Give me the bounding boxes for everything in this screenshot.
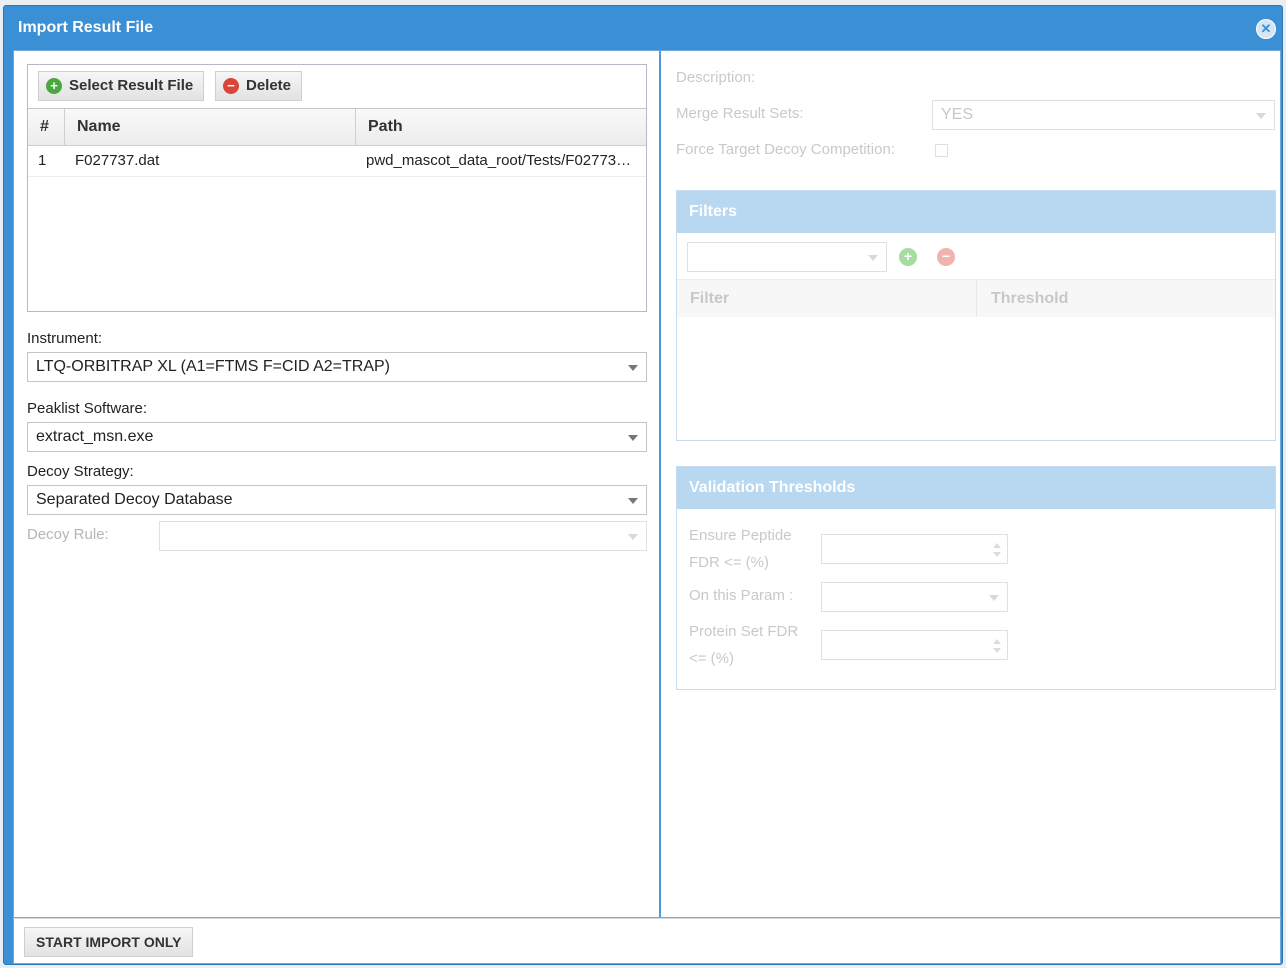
add-icon: + — [46, 78, 62, 94]
peptide-fdr-label-line1: Ensure Peptide — [689, 527, 792, 544]
validation-thresholds-title: Validation Thresholds — [677, 467, 1275, 509]
decoy-rule-select[interactable] — [159, 521, 647, 551]
column-header-number[interactable]: # — [28, 109, 65, 145]
peaklist-software-label: Peaklist Software: — [27, 400, 148, 417]
chevron-down-icon[interactable] — [628, 534, 638, 540]
column-header-name[interactable]: Name — [65, 109, 356, 145]
param-select[interactable] — [821, 582, 1008, 612]
param-label: On this Param : — [689, 587, 794, 604]
dialog-footer: START IMPORT ONLY — [13, 918, 1281, 964]
add-filter-icon[interactable]: + — [899, 248, 917, 266]
start-import-only-button[interactable]: START IMPORT ONLY — [24, 927, 194, 957]
peaklist-software-select[interactable]: extract_msn.exe — [27, 422, 647, 452]
remove-filter-icon[interactable]: − — [937, 248, 955, 266]
delete-button[interactable]: − Delete — [215, 71, 303, 101]
instrument-value: LTQ-ORBITRAP XL (A1=FTMS F=CID A2=TRAP) — [36, 358, 391, 375]
grid-toolbar: + Select Result File − Delete — [28, 65, 646, 109]
chevron-down-icon[interactable] — [628, 365, 638, 371]
decoy-strategy-select[interactable]: Separated Decoy Database — [27, 485, 647, 515]
merge-result-sets-label: Merge Result Sets: — [676, 105, 804, 122]
dialog-body: + Select Result File − Delete # Name Pat… — [13, 50, 1281, 918]
instrument-label: Instrument: — [27, 330, 103, 347]
row-number: 1 — [38, 152, 47, 169]
filters-panel: Filters + − Filter Threshold — [676, 190, 1276, 441]
row-name: F027737.dat — [75, 152, 160, 169]
grid-header: # Name Path — [28, 109, 646, 146]
chevron-down-icon[interactable] — [628, 435, 638, 441]
remove-icon: − — [223, 78, 239, 94]
protein-fdr-input[interactable] — [821, 630, 1008, 660]
chevron-down-icon[interactable] — [628, 498, 638, 504]
chevron-down-icon[interactable] — [989, 595, 999, 601]
chevron-down-icon[interactable] — [868, 255, 878, 261]
left-panel: + Select Result File − Delete # Name Pat… — [14, 51, 659, 917]
column-header-filter[interactable]: Filter — [677, 280, 977, 317]
select-result-file-label: Select Result File — [69, 77, 194, 94]
filters-title: Filters — [677, 191, 1275, 233]
import-dialog: Import Result File ✕ + Select Result Fil… — [3, 5, 1283, 965]
chevron-down-icon[interactable] — [1256, 113, 1266, 119]
peptide-fdr-label-line2: FDR <= (%) — [689, 554, 770, 571]
delete-label: Delete — [246, 77, 292, 94]
instrument-select[interactable]: LTQ-ORBITRAP XL (A1=FTMS F=CID A2=TRAP) — [27, 352, 647, 382]
force-tdc-label: Force Target Decoy Competition: — [676, 141, 895, 158]
spinner-up-icon[interactable] — [993, 639, 1001, 644]
dialog-titlebar[interactable]: Import Result File ✕ — [4, 6, 1282, 50]
right-panel: Description: Merge Result Sets: YES Forc… — [662, 51, 1280, 917]
select-result-file-button[interactable]: + Select Result File — [38, 71, 205, 101]
protein-fdr-label-line2: <= (%) — [689, 650, 735, 667]
spinner-up-icon[interactable] — [993, 543, 1001, 548]
peptide-fdr-input[interactable] — [821, 534, 1008, 564]
spinner-down-icon[interactable] — [993, 552, 1001, 557]
merge-result-sets-select[interactable]: YES — [932, 100, 1275, 130]
spinner-down-icon[interactable] — [993, 648, 1001, 653]
panel-divider[interactable] — [659, 51, 661, 917]
row-path: pwd_mascot_data_root/Tests/F027737.dat — [366, 152, 638, 169]
force-tdc-checkbox[interactable] — [935, 144, 948, 157]
validation-thresholds-panel: Validation Thresholds Ensure Peptide FDR… — [676, 466, 1276, 690]
column-header-threshold[interactable]: Threshold — [977, 280, 1275, 317]
close-icon[interactable]: ✕ — [1256, 19, 1276, 39]
table-row[interactable]: 1 F027737.dat pwd_mascot_data_root/Tests… — [28, 146, 646, 177]
filter-select[interactable] — [687, 242, 887, 272]
protein-fdr-label-line1: Protein Set FDR — [689, 623, 799, 640]
dialog-title: Import Result File — [18, 19, 154, 36]
decoy-strategy-label: Decoy Strategy: — [27, 463, 134, 480]
peaklist-software-value: extract_msn.exe — [36, 428, 154, 445]
decoy-rule-label: Decoy Rule: — [27, 526, 109, 543]
filters-grid-header: Filter Threshold — [677, 279, 1275, 317]
column-header-path[interactable]: Path — [356, 109, 646, 145]
result-files-grid: + Select Result File − Delete # Name Pat… — [27, 64, 647, 312]
description-label: Description: — [676, 69, 756, 86]
decoy-strategy-value: Separated Decoy Database — [36, 491, 233, 508]
merge-result-sets-value: YES — [941, 106, 974, 123]
